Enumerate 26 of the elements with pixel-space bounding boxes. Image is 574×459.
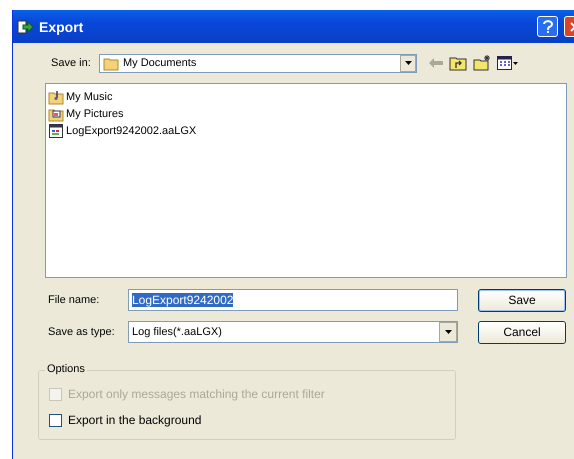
export-icon bbox=[17, 18, 33, 34]
help-icon bbox=[542, 20, 554, 34]
checkbox-label: Export in the background bbox=[68, 413, 202, 427]
checkbox[interactable] bbox=[49, 414, 62, 426]
save-as-type-dropdown[interactable]: Log files(*.aaLGX) bbox=[128, 321, 458, 343]
dropdown-arrow-icon bbox=[404, 61, 412, 65]
view-menu-icon[interactable] bbox=[497, 56, 519, 70]
file-list-item[interactable]: My Music bbox=[48, 88, 564, 105]
save-in-label: Save in: bbox=[51, 57, 92, 69]
file-list-item[interactable]: LogExport9242002.aaLGX bbox=[48, 122, 564, 139]
checkbox-label: Export only messages matching the current filter bbox=[68, 387, 325, 401]
file-name-field[interactable]: LogExport9242002 bbox=[128, 289, 458, 311]
document-icon bbox=[48, 122, 64, 138]
save-as-type-label: Save as type: bbox=[48, 326, 116, 338]
save-button[interactable]: Save bbox=[478, 288, 566, 312]
window-title: Export bbox=[39, 18, 84, 34]
up-folder-icon[interactable] bbox=[449, 55, 467, 71]
save-in-dropdown[interactable]: My Documents bbox=[99, 54, 417, 72]
cancel-button[interactable]: Cancel bbox=[478, 320, 566, 344]
options-group-title: Options bbox=[45, 363, 87, 375]
file-list-item[interactable]: My Pictures bbox=[48, 105, 564, 122]
music-folder-icon bbox=[48, 88, 64, 104]
file-name-label: File name: bbox=[48, 294, 100, 306]
help-button[interactable] bbox=[537, 16, 558, 37]
new-folder-icon[interactable] bbox=[473, 55, 491, 71]
dropdown-arrow-icon bbox=[444, 330, 452, 334]
